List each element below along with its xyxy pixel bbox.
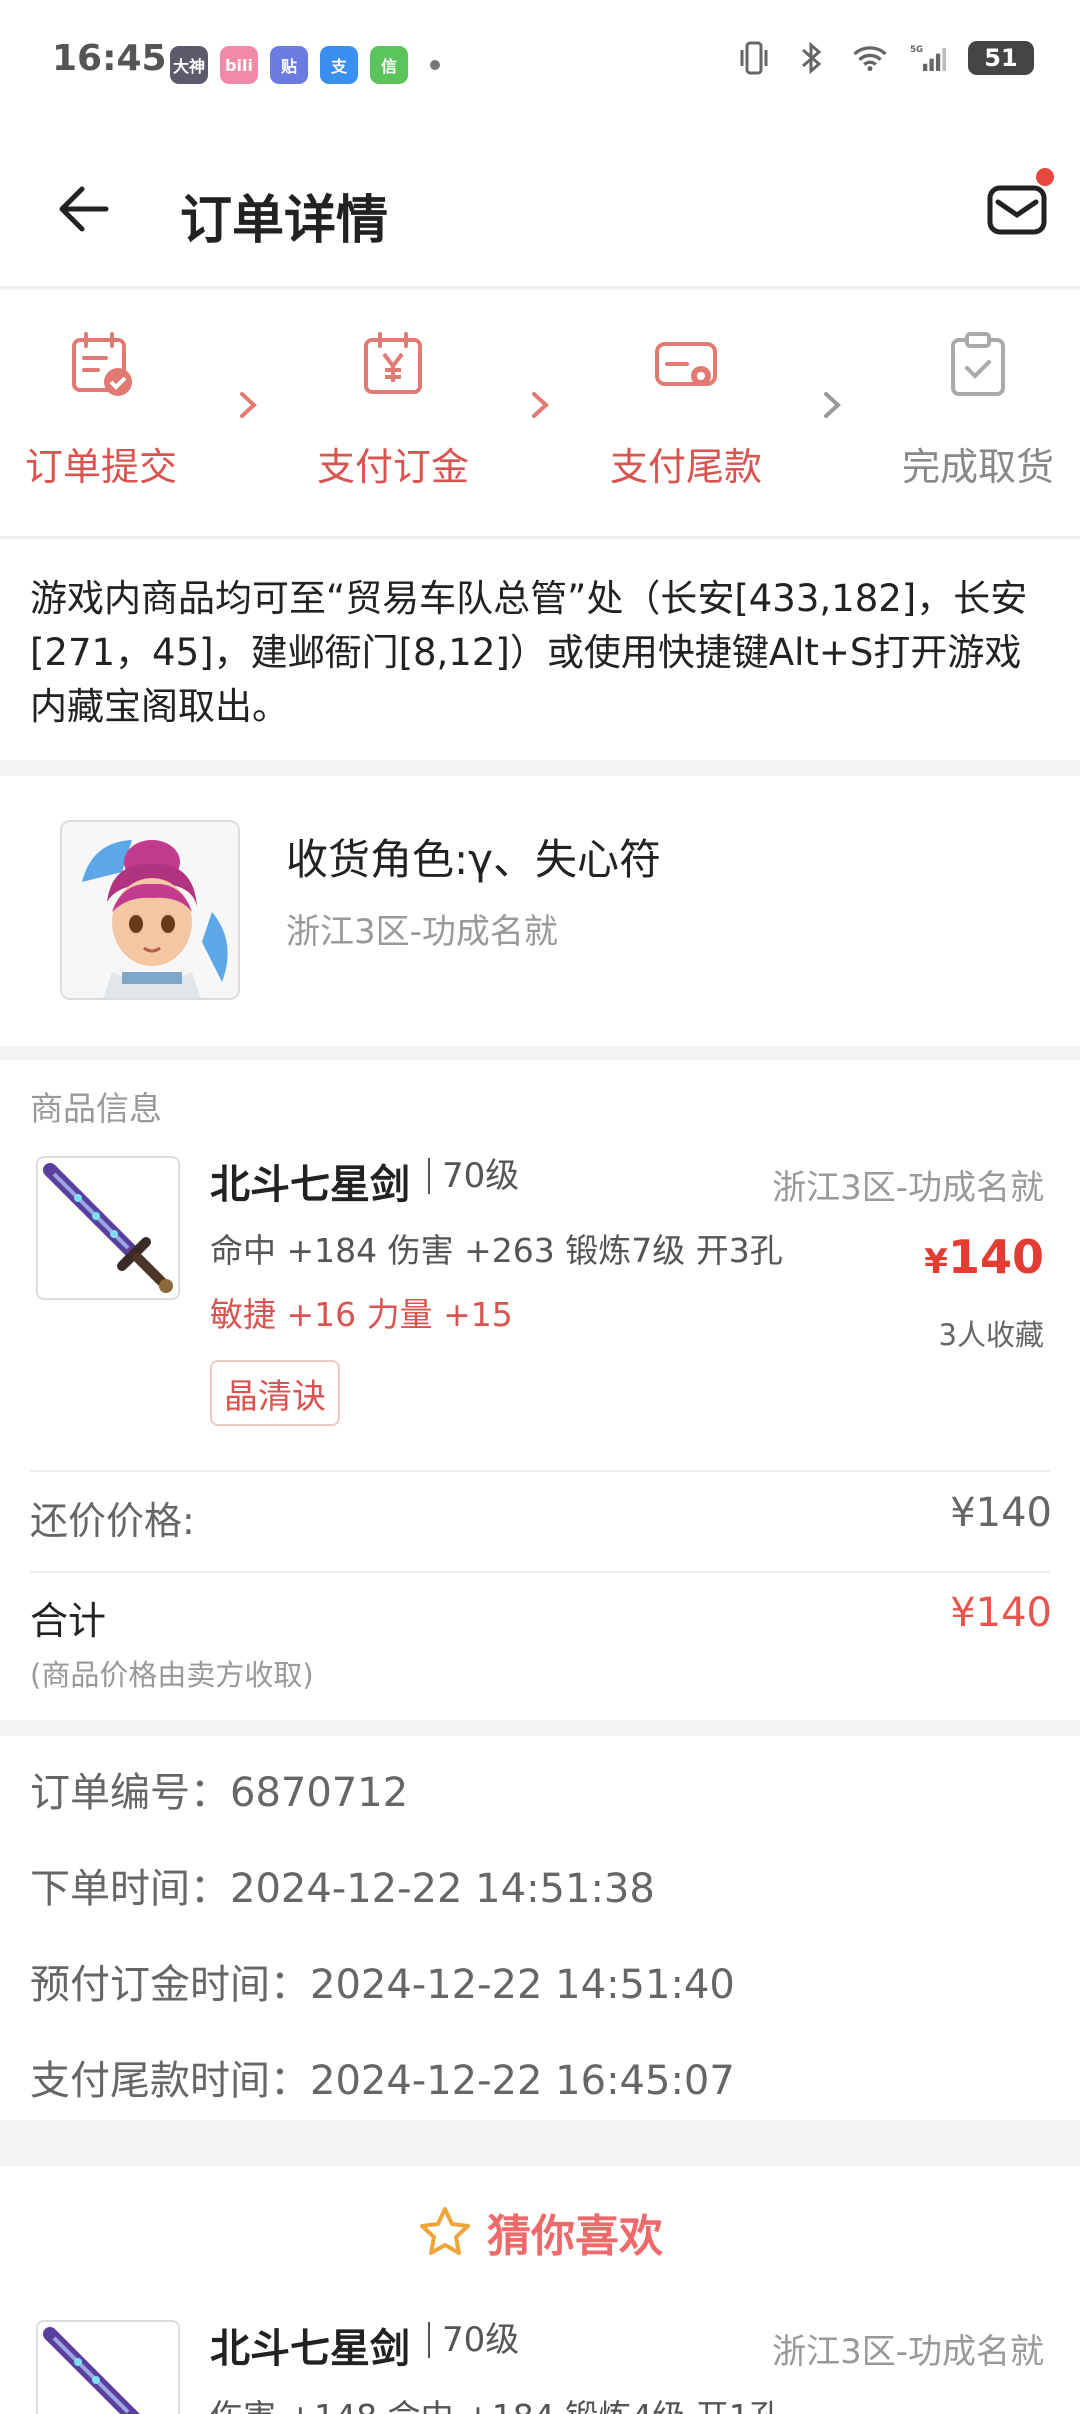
item-attributes: 命中 +184 伤害 +263 锻炼7级 开3孔 <box>210 1224 783 1272</box>
divider <box>30 1470 1050 1472</box>
step-order-submitted: 订单提交 <box>1 330 201 491</box>
app-message-icon: 信 <box>370 46 408 84</box>
header: 订单详情 <box>0 128 1080 288</box>
svg-text:5G: 5G <box>910 45 923 55</box>
status-app-icons: 大神 bili 贴 支 信 <box>170 46 440 84</box>
receiver-name: 收货角色:γ、失心符 <box>286 826 661 887</box>
chevron-right-icon <box>228 380 268 430</box>
receiver-server: 浙江3区-功成名就 <box>286 904 558 953</box>
item-name[interactable]: 北斗七星剑 <box>210 2316 410 2374</box>
app-dashen-icon: 大神 <box>170 46 208 84</box>
message-button[interactable] <box>982 174 1052 244</box>
unread-dot <box>1036 168 1054 186</box>
app-tieba-icon: 贴 <box>270 46 308 84</box>
signal-5g-icon: 5G <box>910 40 946 76</box>
payment-card-icon <box>651 330 721 400</box>
step-label: 完成取货 <box>878 436 1078 491</box>
item-server: 浙江3区-功成名就 <box>772 2324 1044 2373</box>
sword-icon <box>38 2322 180 2414</box>
character-avatar <box>60 820 240 1000</box>
order-info-section: 订单编号：6870712 下单时间：2024-12-22 14:51:38 预付… <box>0 1736 1080 2120</box>
favorite-count: 3人收藏 <box>939 1312 1044 1354</box>
app-alipay-icon: 支 <box>320 46 358 84</box>
pickup-notice: 游戏内商品均可至“贸易车队总管”处（长安[433,182]，长安[271，45]… <box>0 540 1080 760</box>
status-right: 5G 51 <box>736 40 1034 76</box>
order-time: 下单时间：2024-12-22 14:51:38 <box>30 1856 655 1914</box>
divider <box>30 1571 1050 1573</box>
chevron-right-icon <box>812 380 852 430</box>
sword-icon <box>38 1158 180 1300</box>
price-value: 140 <box>948 1230 1044 1284</box>
step-deposit-paid: 支付订金 <box>293 330 493 491</box>
item-price: ¥140 <box>924 1230 1044 1284</box>
step-label: 订单提交 <box>1 436 201 491</box>
order-number: 订单编号：6870712 <box>30 1760 408 1818</box>
clipboard-check-icon <box>943 330 1013 400</box>
item-level: 70级 <box>428 1158 519 1194</box>
step-final-paid: 支付尾款 <box>586 330 786 491</box>
step-pickup-complete: 完成取货 <box>878 330 1078 491</box>
total-label: 合计 <box>30 1590 106 1645</box>
back-button[interactable] <box>48 174 118 244</box>
calendar-check-icon <box>66 330 136 400</box>
currency-symbol: ¥ <box>924 1242 948 1282</box>
app-bilibili-icon: bili <box>220 46 258 84</box>
wifi-icon <box>852 40 888 76</box>
step-label: 支付尾款 <box>586 436 786 491</box>
item-thumbnail[interactable] <box>36 2320 180 2414</box>
item-level: 70级 <box>428 2322 519 2358</box>
bluetooth-icon <box>794 40 830 76</box>
goods-info-section: 商品信息 北斗七星剑 70级 浙江3区-功成名就 命中 +184 伤害 +263… <box>0 1060 1080 1720</box>
page-title: 订单详情 <box>180 178 388 253</box>
notice-text: 游戏内商品均可至“贸易车队总管”处（长安[433,182]，长安[271，45]… <box>30 577 1027 728</box>
recommend-title: 猜你喜欢 <box>487 2200 663 2264</box>
total-value: ¥140 <box>950 1590 1052 1636</box>
star-icon <box>417 2204 473 2260</box>
item-tag: 晶清诀 <box>210 1360 340 1426</box>
order-progress-steps: 订单提交 支付订金 支付尾款 完成取货 <box>0 290 1080 538</box>
item-bonus-attributes: 敏捷 +16 力量 +15 <box>210 1288 513 1336</box>
step-label: 支付订金 <box>293 436 493 491</box>
chevron-right-icon <box>520 380 560 430</box>
item-attributes: 伤害 +148 命中 +184 锻炼4级 开1孔 <box>210 2390 783 2414</box>
item-name[interactable]: 北斗七星剑 <box>210 1152 410 1210</box>
deposit-time: 预付订金时间：2024-12-22 14:51:40 <box>30 1952 735 2010</box>
receiver-card: 收货角色:γ、失心符 浙江3区-功成名就 <box>0 776 1080 1046</box>
recommend-header: 猜你喜欢 <box>0 2200 1080 2264</box>
counter-price-value: ¥140 <box>950 1490 1052 1536</box>
final-payment-time: 支付尾款时间：2024-12-22 16:45:07 <box>30 2048 735 2106</box>
recommend-section: 猜你喜欢 北斗七星剑 70级 浙江3区-功成名就 伤害 +148 命中 +184… <box>0 2166 1080 2414</box>
vibrate-icon <box>736 40 772 76</box>
status-bar: 16:45 大神 bili 贴 支 信 5G 51 <box>0 0 1080 128</box>
status-time: 16:45 <box>52 38 167 79</box>
arrow-left-icon <box>48 174 118 244</box>
item-server: 浙江3区-功成名就 <box>772 1160 1044 1209</box>
section-title: 商品信息 <box>30 1082 162 1130</box>
item-thumbnail[interactable] <box>36 1156 180 1300</box>
battery-indicator: 51 <box>968 41 1034 75</box>
total-note: (商品价格由卖方收取) <box>30 1652 314 1694</box>
more-notifications-dot <box>430 60 440 70</box>
calendar-yen-icon <box>358 330 428 400</box>
counter-price-label: 还价价格: <box>30 1490 195 1545</box>
